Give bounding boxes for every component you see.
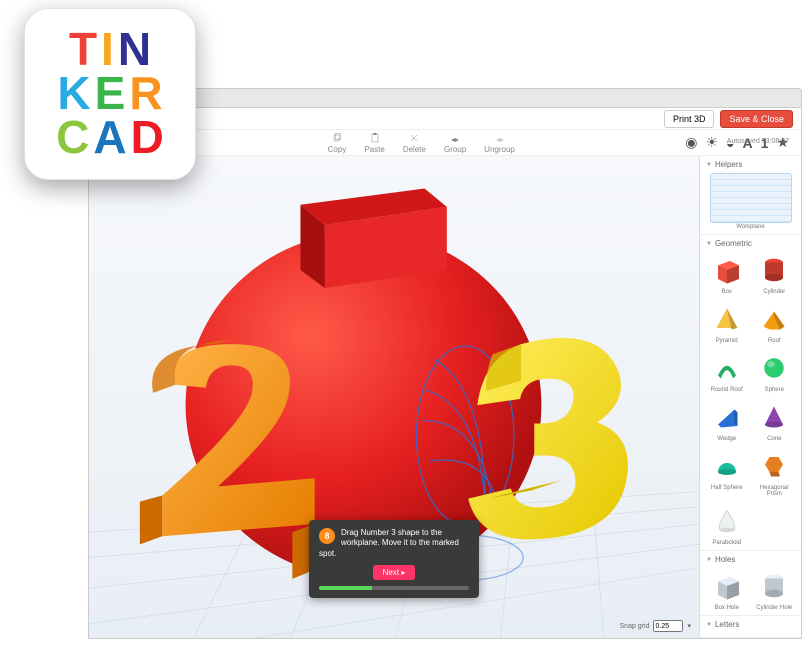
delete-button[interactable]: Delete: [403, 132, 426, 154]
round-roof-icon: [708, 350, 746, 386]
shape-label: Roof: [754, 338, 796, 344]
shape-label: Round Roof: [706, 387, 748, 393]
copy-label: Copy: [328, 145, 347, 154]
paste-label: Paste: [364, 145, 384, 154]
cone-icon: [755, 399, 793, 435]
shape-label: Cylinder: [754, 289, 796, 295]
shape-label: Cone: [754, 436, 796, 442]
copy-button[interactable]: Copy: [328, 132, 347, 154]
copy-icon: [331, 132, 343, 144]
shape-label: Pyramid: [706, 338, 748, 344]
shape-label: Half Sphere: [706, 485, 748, 491]
work-area: 8 Drag Number 3 shape to the workplane. …: [89, 156, 801, 638]
shape-label: Box: [706, 289, 748, 295]
shape-label: Paraboloid: [706, 540, 748, 546]
shape-label: Cylinder Hole: [754, 605, 796, 611]
group-label: Group: [444, 145, 466, 154]
shape-wedge[interactable]: Wedge: [706, 399, 748, 442]
print-3d-button[interactable]: Print 3D: [664, 110, 715, 128]
snap-grid-input[interactable]: [653, 620, 683, 632]
paste-button[interactable]: Paste: [364, 132, 384, 154]
workplane-label: Workplane: [706, 224, 795, 230]
logo-letter: K: [57, 72, 90, 116]
3d-viewport[interactable]: 8 Drag Number 3 shape to the workplane. …: [89, 156, 699, 638]
app-window: Print 3D Save & Close Autosaved 13:08:07…: [88, 108, 802, 639]
shape-round-roof[interactable]: Round Roof: [706, 350, 748, 393]
shapes-panel[interactable]: Helpers Workplane Geometric Box Cylinder P…: [699, 156, 801, 638]
shape-paraboloid[interactable]: Paraboloid: [706, 503, 748, 546]
hint-step-badge: 8: [319, 528, 335, 544]
helpers-section: Helpers Workplane: [700, 156, 801, 235]
box-hole-icon: [708, 568, 746, 604]
ungroup-label: Ungroup: [484, 145, 515, 154]
logo-letter: R: [129, 72, 162, 116]
shape-box-hole[interactable]: Box Hole: [706, 568, 748, 611]
snap-grid-label: Snap grid: [620, 623, 650, 630]
control-2[interactable]: ☀: [705, 134, 718, 151]
autosave-status: Autosaved 13:08:07: [727, 138, 789, 145]
shape-cylinder-hole[interactable]: Cylinder Hole: [754, 568, 796, 611]
section-title-letters[interactable]: Letters: [706, 620, 795, 629]
logo-letter: D: [131, 116, 164, 160]
sphere-icon: [755, 350, 793, 386]
delete-icon: [408, 132, 420, 144]
url-bar[interactable]: .../edit: [129, 94, 793, 103]
logo-letter: I: [101, 28, 114, 72]
hint-next-button[interactable]: Next ▸: [373, 565, 416, 580]
pyramid-icon: [708, 301, 746, 337]
shape-roof[interactable]: Roof: [754, 301, 796, 344]
shape-cone[interactable]: Cone: [754, 399, 796, 442]
control-1[interactable]: ◉: [685, 134, 697, 151]
cylinder-hole-icon: [755, 568, 793, 604]
logo-letter: C: [56, 116, 89, 160]
section-title-geometric[interactable]: Geometric: [706, 239, 795, 248]
wedge-icon: [708, 399, 746, 435]
letters-section: Letters: [700, 616, 801, 638]
group-icon: [449, 132, 461, 144]
section-title-holes[interactable]: Holes: [706, 555, 795, 564]
tutorial-hint: 8 Drag Number 3 shape to the workplane. …: [309, 520, 479, 598]
box-icon: [708, 252, 746, 288]
shape-label: Wedge: [706, 436, 748, 442]
shape-pyramid[interactable]: Pyramid: [706, 301, 748, 344]
workplane-helper[interactable]: Workplane: [706, 173, 795, 230]
logo-letter: N: [118, 28, 151, 72]
logo-letter: E: [95, 72, 126, 116]
logo-letter: T: [69, 28, 97, 72]
hint-text: Drag Number 3 shape to the workplane. Mo…: [319, 528, 469, 559]
shape-box[interactable]: Box: [706, 252, 748, 295]
section-title-helpers[interactable]: Helpers: [706, 160, 795, 169]
tinkercad-logo: TIN KER CAD: [24, 8, 196, 180]
paraboloid-icon: [708, 503, 746, 539]
paste-icon: [369, 132, 381, 144]
logo-letter: A: [93, 116, 126, 160]
group-button[interactable]: Group: [444, 132, 466, 154]
delete-label: Delete: [403, 145, 426, 154]
cylinder-icon: [755, 252, 793, 288]
shape-label: Sphere: [754, 387, 796, 393]
ungroup-icon: [494, 132, 506, 144]
ungroup-button[interactable]: Ungroup: [484, 132, 515, 154]
geometric-section: Geometric Box Cylinder Pyramid Roof Round Ro…: [700, 235, 801, 551]
save-close-button[interactable]: Save & Close: [720, 110, 793, 128]
workplane-icon: [710, 173, 792, 223]
shape-label: Hexagonal Prism: [754, 485, 796, 497]
snap-grid-dropdown-icon[interactable]: ▾: [687, 622, 691, 630]
hexagonal-prism-icon: [755, 448, 793, 484]
shape-half-sphere[interactable]: Half Sphere: [706, 448, 748, 497]
shape-label: Box Hole: [706, 605, 748, 611]
shape-hexagonal-prism[interactable]: Hexagonal Prism: [754, 448, 796, 497]
holes-section: Holes Box Hole Cylinder Hole: [700, 551, 801, 616]
snap-grid-control: Snap grid ▾: [620, 620, 691, 632]
half-sphere-icon: [708, 448, 746, 484]
roof-icon: [755, 301, 793, 337]
shape-cylinder[interactable]: Cylinder: [754, 252, 796, 295]
hint-progress: [319, 586, 469, 590]
shape-sphere[interactable]: Sphere: [754, 350, 796, 393]
